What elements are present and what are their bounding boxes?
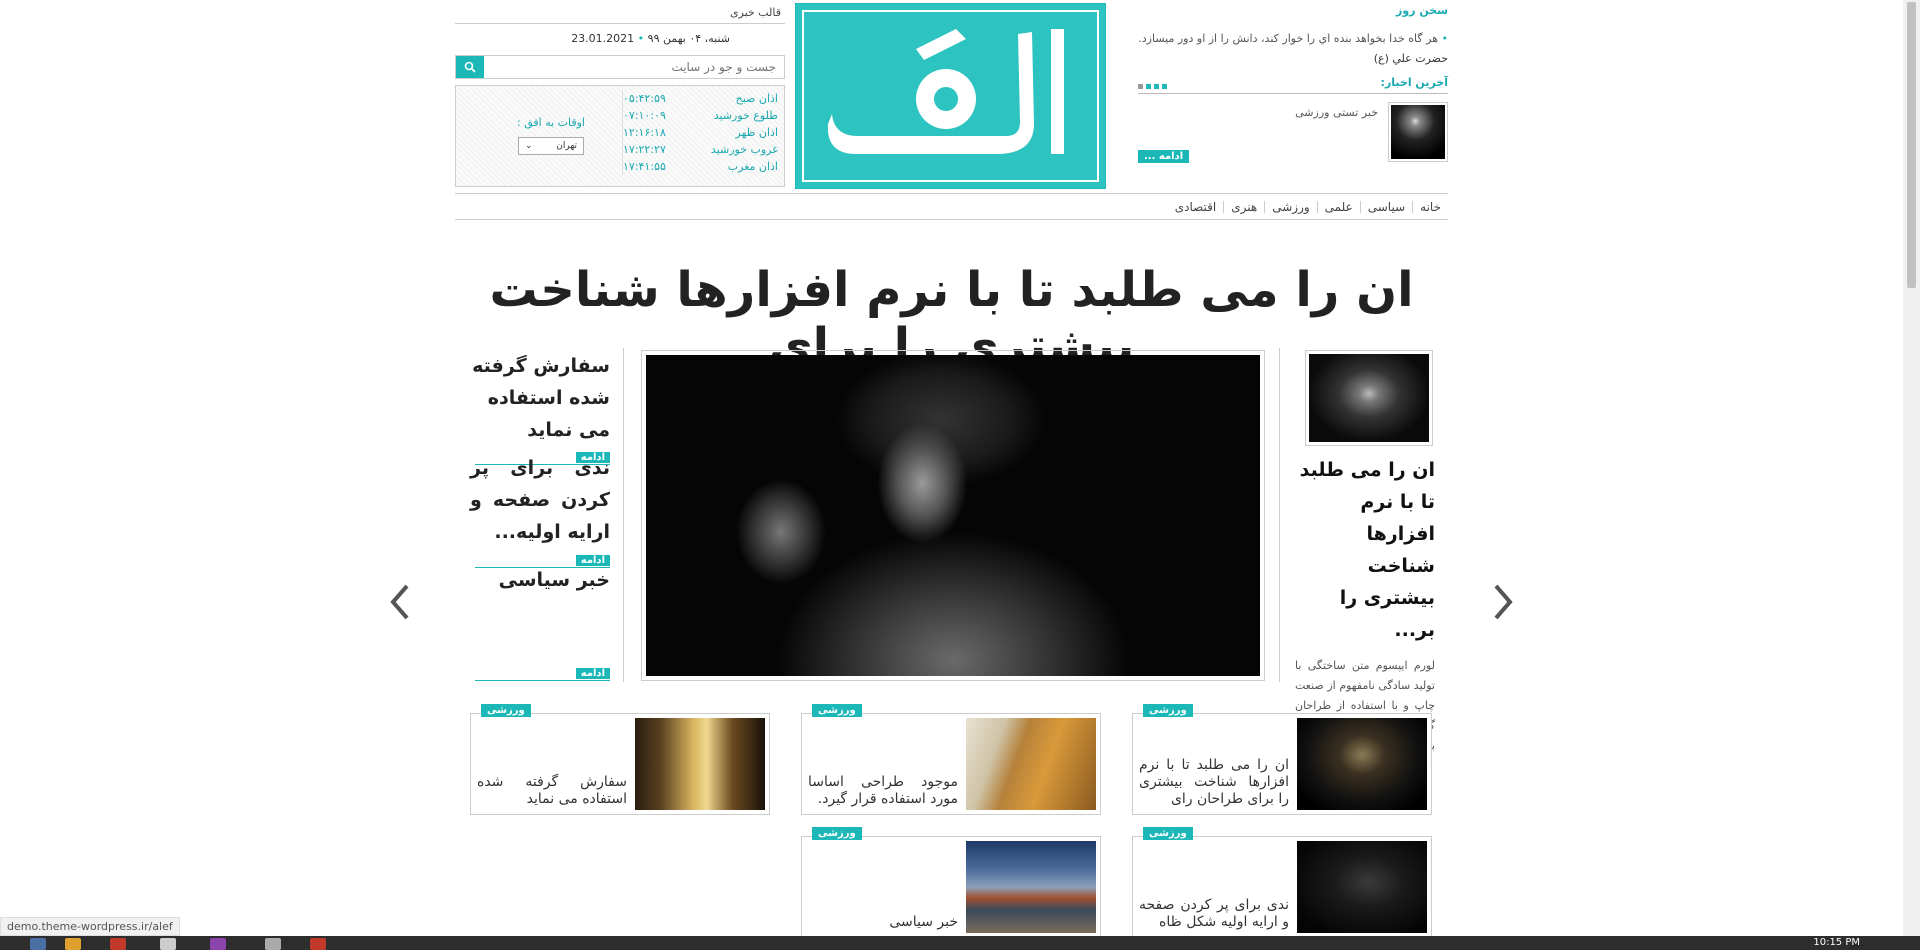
card-title[interactable]: ان را می طلبد تا با نرم افزارها شناخت بی… [1139,738,1289,808]
prayer-time: ۰۵:۴۲:۵۹ [623,92,666,105]
latest-item-title[interactable]: خبر تستی ورزشی [1295,106,1378,162]
main-nav: خانه سیاسی علمی ورزشی هنری اقتصادی [455,193,1448,220]
prayer-times-box: اذان صبح ۰۵:۴۲:۵۹ طلوع خورشید ۰۷:۱۰:۰۹ اذان … [455,85,785,187]
folder-icon[interactable] [65,938,81,950]
divider [1279,348,1280,682]
slider-list-item[interactable]: ندی برای پر کردن صفحه و ارایه اولیه... ا… [470,452,610,568]
horizon-section: اوقات به افق : تهران ⌄ [506,116,596,155]
slider-item-title[interactable]: خبر سیاسی [470,564,610,596]
quote-text: هر گاه خدا بخواهد بنده اي را خوار كند، د… [1138,29,1448,48]
taskbar-app-icon[interactable] [210,938,226,950]
site-logo[interactable] [795,3,1106,189]
latest-thumb[interactable] [1388,102,1448,162]
card-category-tag[interactable]: ورزشی [812,704,862,717]
status-url: demo.theme-wordpress.ir/alef [0,917,180,936]
card-title[interactable]: ندی برای پر کردن صفحه و ارایه اولیه شکل … [1139,861,1289,931]
nav-item[interactable]: علمی [1316,200,1360,213]
prayer-row: غروب خورشید ۱۷:۲۲:۲۷ [623,141,778,158]
slider-item-title[interactable]: سفارش گرفته شده استفاده می نماید [470,350,610,446]
divider [623,348,624,682]
latest-pager[interactable] [1138,84,1167,89]
card-image[interactable] [1297,718,1427,810]
prayer-name: اذان صبح [735,92,778,105]
date-gregorian: 23.01.2021 [571,32,635,45]
card-title[interactable]: موجود طراحی اساسا مورد استفاده قرار گیرد… [808,738,958,808]
featured-title[interactable]: ان را می طلبد تا با نرم افزارها شناخت بی… [1295,454,1435,646]
prayer-time: ۱۲:۱۶:۱۸ [623,126,666,139]
card-image[interactable] [1297,841,1427,933]
card-category-tag[interactable]: ورزشی [481,704,531,717]
prayer-row: اذان مغرب ۱۷:۴۱:۵۵ [623,158,778,175]
prayer-name: اذان ظهر [735,126,778,139]
news-card[interactable]: سفارش گرفته شده استفاده می نماید ورزشی [470,704,770,815]
nav-item[interactable]: اقتصادی [1168,201,1224,213]
quote-title: سخن روز [1396,4,1448,17]
system-clock[interactable]: 10:15 PM [1813,937,1860,948]
news-card[interactable]: ان را می طلبد تا با نرم افزارها شناخت بی… [1132,704,1432,815]
prayer-time: ۱۷:۲۲:۲۷ [623,143,666,156]
card-category-tag[interactable]: ورزشی [1143,704,1193,717]
browser-icon[interactable] [110,938,126,950]
slider-more-button[interactable]: ادامه [475,661,610,681]
featured-thumb[interactable] [1305,350,1433,446]
logo-glyph [827,29,1064,154]
news-card[interactable]: موجود طراحی اساسا مورد استفاده قرار گیرد… [801,704,1101,815]
nav-item[interactable]: خانه [1412,200,1448,213]
prayer-time: ۱۷:۴۱:۵۵ [623,160,666,173]
city-select[interactable]: تهران ⌄ [518,137,584,155]
slider-item-title[interactable]: ندی برای پر کردن صفحه و ارایه اولیه... [470,452,610,548]
prayer-row: اذان ظهر ۱۲:۱۶:۱۸ [623,124,778,141]
news-card[interactable]: خبر سیاسی ورزشی [801,827,1101,938]
horizon-label: اوقات به افق : [517,116,585,129]
search-icon [464,61,476,73]
site-name: قالب خبری [729,6,781,19]
quote-of-day: سخن روز هر گاه خدا بخواهد بنده اي را خوا… [1138,4,1448,66]
latest-title: آخرین اخبار: [1380,76,1448,89]
date-separator: • [634,32,645,45]
chevron-down-icon: ⌄ [525,141,533,151]
latest-more-button[interactable]: ادامه ... [1138,150,1190,163]
card-image[interactable] [966,718,1096,810]
card-category-tag[interactable]: ورزشی [1143,827,1193,840]
search-button[interactable] [456,56,484,78]
taskbar-app-icon[interactable] [160,938,176,950]
news-card[interactable]: ندی برای پر کردن صفحه و ارایه اولیه شکل … [1132,827,1432,938]
card-image[interactable] [966,841,1096,933]
slider-next-arrow-icon[interactable] [1488,580,1518,624]
city-value: تهران [556,141,577,151]
card-title[interactable]: سفارش گرفته شده استفاده می نماید [477,738,627,808]
slider-featured-side: ان را می طلبد تا با نرم افزارها شناخت بی… [1295,350,1435,756]
date-line: شنبه، ۰۴ بهمن ۹۹ • 23.01.2021 [455,23,785,45]
search-input[interactable] [484,56,784,78]
search-box [455,55,785,79]
browser-page: { "header": { "quote_title": "سخن روز", … [0,0,1920,950]
slider-list-item[interactable]: سفارش گرفته شده استفاده می نماید ادامه [470,350,610,465]
prayer-name: غروب خورشید [710,143,778,156]
page-scrollbar[interactable] [1903,0,1920,936]
slider-list: سفارش گرفته شده استفاده می نماید ادامه ن… [470,350,610,681]
prayer-row: اذان صبح ۰۵:۴۲:۵۹ [623,90,778,107]
nav-item[interactable]: سیاسی [1359,200,1412,213]
latest-news: آخرین اخبار: خبر تستی ورزشی ادامه ... [1138,76,1448,163]
nav-item[interactable]: ورزشی [1264,200,1316,213]
prayer-name: طلوع خورشید [713,109,778,122]
prayer-times-list: اذان صبح ۰۵:۴۲:۵۹ طلوع خورشید ۰۷:۱۰:۰۹ اذان … [622,90,782,175]
slider-main-image[interactable] [641,350,1265,681]
taskbar-app-icon[interactable] [310,938,326,950]
slider-prev-arrow-icon[interactable] [385,580,415,624]
card-category-tag[interactable]: ورزشی [812,827,862,840]
nav-item[interactable]: هنری [1223,200,1264,213]
slider-list-item[interactable]: خبر سیاسی ادامه [470,564,610,681]
quote-author: حضرت علي (ع) [1373,52,1448,65]
card-image[interactable] [635,718,765,810]
card-title[interactable]: خبر سیاسی [808,861,958,931]
prayer-name: اذان مغرب [727,160,778,173]
taskbar-app-icon[interactable] [265,938,281,950]
taskbar-app-icon[interactable] [30,938,46,950]
date-persian: شنبه، ۰۴ بهمن ۹۹ [647,32,730,45]
prayer-time: ۰۷:۱۰:۰۹ [623,109,666,122]
prayer-row: طلوع خورشید ۰۷:۱۰:۰۹ [623,107,778,124]
taskbar: 10:15 PM [0,936,1920,950]
